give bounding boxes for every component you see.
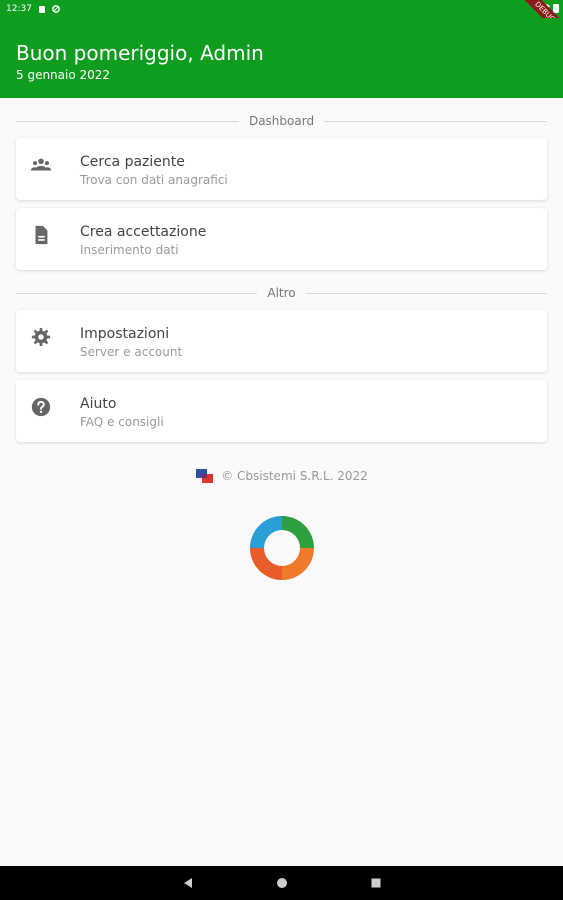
card-title: Crea accettazione xyxy=(80,224,207,240)
data-saver-icon xyxy=(52,5,60,13)
section-dashboard-label: Dashboard xyxy=(248,114,315,128)
app-logo xyxy=(250,516,314,580)
back-triangle-icon xyxy=(183,878,192,888)
card-title: Cerca paziente xyxy=(80,154,185,170)
help-icon xyxy=(31,397,51,417)
card-title: Aiuto xyxy=(80,396,117,412)
date-subtitle: 5 gennaio 2022 xyxy=(16,68,111,82)
recents-square-icon xyxy=(371,878,380,888)
home-button[interactable] xyxy=(275,876,289,890)
people-icon xyxy=(30,158,52,171)
section-altro: Altro xyxy=(16,286,548,300)
app-header: Buon pomeriggio, Admin 5 gennaio 2022 xyxy=(0,18,563,98)
card-subtitle: FAQ e consigli xyxy=(80,415,164,429)
card-subtitle: Server e account xyxy=(80,345,183,359)
recents-button[interactable] xyxy=(369,876,383,890)
status-bar: 12:37 DEBUG xyxy=(0,0,563,45)
card-aiuto[interactable]: Aiuto FAQ e consigli xyxy=(16,380,547,442)
sd-card-icon xyxy=(38,6,45,13)
footer-copyright: © Cbsistemi S.R.L. 2022 xyxy=(0,467,563,485)
section-dashboard: Dashboard xyxy=(16,114,548,128)
document-icon xyxy=(35,225,48,245)
gear-icon xyxy=(31,327,51,347)
card-subtitle: Inserimento dati xyxy=(80,243,179,257)
card-crea-accettazione[interactable]: Crea accettazione Inserimento dati xyxy=(16,208,547,270)
back-button[interactable] xyxy=(181,876,195,890)
greeting-title: Buon pomeriggio, Admin xyxy=(16,41,264,65)
company-logo-small xyxy=(196,469,214,483)
card-cerca-paziente[interactable]: Cerca paziente Trova con dati anagrafici xyxy=(16,138,547,200)
status-time: 12:37 xyxy=(6,4,32,14)
section-altro-label: Altro xyxy=(267,286,296,300)
system-nav-bar xyxy=(0,866,563,900)
copyright-text: © Cbsistemi S.R.L. 2022 xyxy=(221,469,368,483)
home-circle-icon xyxy=(276,878,287,888)
card-subtitle: Trova con dati anagrafici xyxy=(80,173,228,187)
card-title: Impostazioni xyxy=(80,326,170,342)
card-impostazioni[interactable]: Impostazioni Server e account xyxy=(16,310,547,372)
